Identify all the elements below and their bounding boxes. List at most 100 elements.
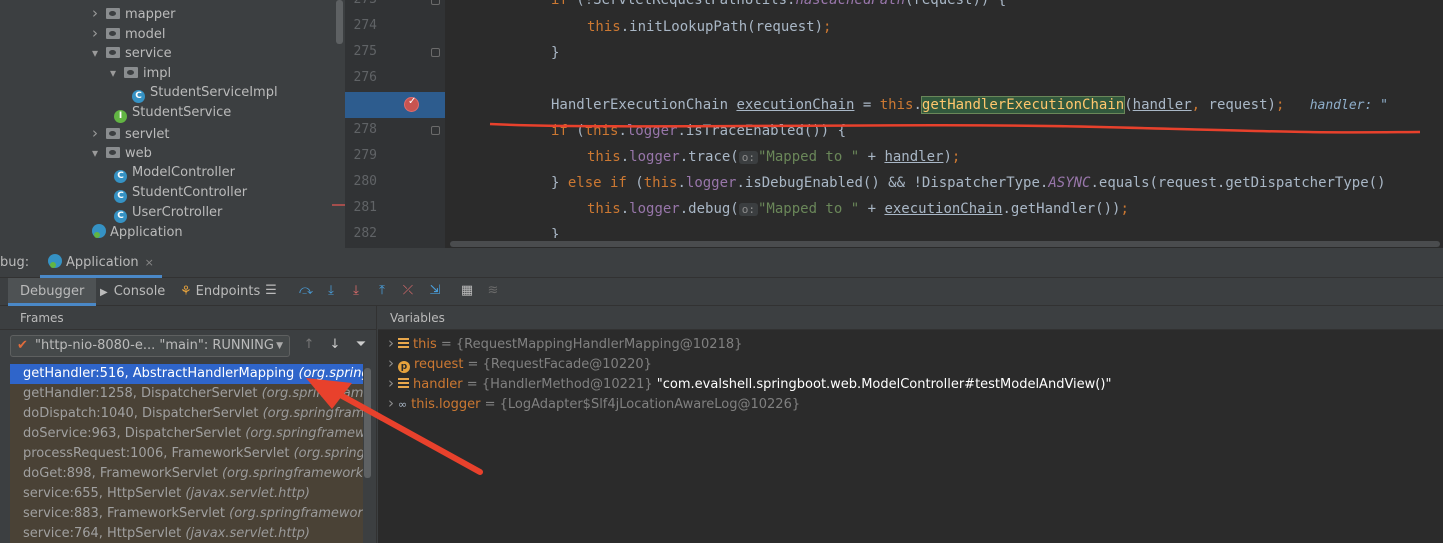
thread-selector-value: "http-nio-8080-e... "main": RUNNING xyxy=(35,338,274,353)
tree-item-studentcontroller[interactable]: C StudentController xyxy=(114,183,247,203)
tree-item-label: StudentController xyxy=(132,185,248,200)
folder-icon xyxy=(124,67,138,78)
fold-marker-icon[interactable] xyxy=(431,0,440,5)
tree-item-label: Application xyxy=(110,225,183,240)
frame-row[interactable]: doGet:898, FrameworkServlet (org.springf… xyxy=(10,464,363,484)
frame-row[interactable]: service:655, HttpServlet (javax.servlet.… xyxy=(10,484,363,504)
frame-row[interactable]: doService:963, DispatcherServlet (org.sp… xyxy=(10,424,363,444)
tree-item-web[interactable]: ▾ web xyxy=(92,143,152,163)
tree-scrollbar[interactable] xyxy=(336,0,343,44)
chevron-right-icon[interactable]: › xyxy=(388,394,394,412)
tree-item-usercrotroller[interactable]: C UserCrotroller xyxy=(114,203,222,223)
tree-item-model[interactable]: › model xyxy=(92,23,165,43)
tree-item-studentservice[interactable]: I StudentService xyxy=(114,103,231,123)
arrow-down-icon[interactable]: ↓ xyxy=(327,337,343,352)
tree-item-label: mapper xyxy=(125,7,176,22)
code-line-275: } xyxy=(551,45,560,61)
spring-app-icon xyxy=(92,224,106,238)
filter-icon[interactable]: ⏷ xyxy=(353,337,369,352)
variable-type: {RequestMappingHandlerMapping@10218} xyxy=(455,337,743,352)
variable-row[interactable]: › p request = {RequestFacade@10220} xyxy=(378,353,1443,373)
force-step-into-icon[interactable]: ⤓ xyxy=(348,283,364,299)
fold-marker-icon[interactable] xyxy=(431,48,440,57)
variable-eq: = xyxy=(463,357,483,372)
close-icon[interactable]: × xyxy=(145,256,154,269)
tree-item-service[interactable]: ▾ service xyxy=(92,43,172,63)
arrow-up-icon[interactable]: ↑ xyxy=(301,337,317,352)
class-icon: C xyxy=(132,90,145,103)
frame-row[interactable]: getHandler:1258, DispatcherServlet (org.… xyxy=(10,384,363,404)
fold-marker-icon[interactable] xyxy=(431,126,440,135)
class-icon: C xyxy=(114,170,127,183)
tree-item-mapper[interactable]: › mapper xyxy=(92,3,175,23)
tab-console[interactable]: ▶ Console xyxy=(92,278,173,306)
evaluate-icon[interactable]: ▦ xyxy=(459,283,475,299)
editor-area: › mapper › model ▾ service ▾ impl C StudentServic… xyxy=(0,0,1443,248)
frame-row[interactable]: getHandler:516, AbstractHandlerMapping (… xyxy=(10,364,363,384)
menu-icon[interactable]: ☰ xyxy=(263,283,279,299)
tab-endpoints[interactable]: ⚘ Endpoints xyxy=(172,278,268,306)
tree-item-studentserviceimpl[interactable]: C StudentServiceImpl xyxy=(132,83,278,103)
thread-selector[interactable]: ✔ "http-nio-8080-e... "main": RUNNING ▼ xyxy=(10,335,290,357)
variable-type: {LogAdapter$Slf4jLocationAwareLog@10226} xyxy=(499,397,801,412)
variable-row[interactable]: › handler = {HandlerMethod@10221} "com.ev… xyxy=(378,373,1443,393)
frame-row[interactable]: doDispatch:1040, DispatcherServlet (org.… xyxy=(10,404,363,424)
variables-header: Variables xyxy=(378,306,1443,330)
tree-item-label: impl xyxy=(143,66,172,81)
tab-debugger-label: Debugger xyxy=(20,284,85,299)
step-over-icon[interactable]: ⤼ xyxy=(298,283,314,299)
chevron-right-icon[interactable]: › xyxy=(388,374,394,392)
chevron-right-icon[interactable]: › xyxy=(92,3,106,23)
frame-package: (org.springframework.web.servlet) xyxy=(261,386,363,401)
frame-package: (org.springframework.web.servlet.handler… xyxy=(298,366,363,381)
variable-name: handler xyxy=(413,377,463,392)
variable-type: {RequestFacade@10220} xyxy=(482,357,652,372)
interface-icon: I xyxy=(114,110,127,123)
chevron-down-icon[interactable]: ▾ xyxy=(92,143,106,163)
breakpoint-icon[interactable] xyxy=(404,96,419,112)
field-icon xyxy=(398,338,409,348)
frame-method: doGet:898, FrameworkServlet xyxy=(23,466,222,481)
code-editor[interactable]: if (!ServletRequestPathUtils.hasCachedPa… xyxy=(445,0,1443,248)
console-icon: ▶ xyxy=(100,287,108,298)
tree-item-impl[interactable]: ▾ impl xyxy=(110,63,171,83)
variable-row[interactable]: › this = {RequestMappingHandlerMapping@10… xyxy=(378,333,1443,353)
line-number: 281 xyxy=(353,200,377,215)
tree-item-servlet[interactable]: › servlet xyxy=(92,123,170,143)
code-line-279: this.logger.trace(o: "Mapped to " + handl… xyxy=(587,149,961,165)
chevron-down-icon[interactable]: ▾ xyxy=(92,43,106,63)
tree-item-modelcontroller[interactable]: C ModelController xyxy=(114,163,235,183)
frame-method: doDispatch:1040, DispatcherServlet xyxy=(23,406,263,421)
tab-application[interactable]: Application × xyxy=(40,248,162,278)
folder-icon xyxy=(106,47,120,58)
step-into-icon[interactable]: ⤓ xyxy=(323,283,339,299)
step-out-icon[interactable]: ⤒ xyxy=(374,283,390,299)
drop-frame-icon[interactable]: ⤫ xyxy=(400,283,416,299)
tree-item-application[interactable]: Application xyxy=(92,223,183,243)
variable-eq: = xyxy=(480,397,500,412)
run-to-cursor-icon[interactable]: ⇲ xyxy=(427,283,443,299)
code-line-278: if (this.logger.isTraceEnabled()) { xyxy=(551,123,847,139)
variable-eq: = xyxy=(436,337,456,352)
variable-row[interactable]: › ∞ this.logger = {LogAdapter$Slf4jLocatio… xyxy=(378,393,1443,413)
line-number: 282 xyxy=(353,226,377,241)
code-line-281: this.logger.debug(o: "Mapped to " + execu… xyxy=(587,201,1129,217)
chevron-right-icon[interactable]: › xyxy=(92,123,106,143)
frame-row[interactable]: processRequest:1006, FrameworkServlet (o… xyxy=(10,444,363,464)
chevron-right-icon[interactable]: › xyxy=(388,334,394,352)
chevron-right-icon[interactable]: › xyxy=(92,23,106,43)
frame-row[interactable]: service:764, HttpServlet (javax.servlet.… xyxy=(10,524,363,543)
chevron-down-icon[interactable]: ▾ xyxy=(110,63,124,83)
debug-label: bug: xyxy=(0,255,30,270)
editor-horizontal-scrollbar[interactable] xyxy=(445,238,1443,248)
code-line-273: if (!ServletRequestPathUtils.hasCachedPa… xyxy=(551,0,1007,8)
line-number: 280 xyxy=(353,174,377,189)
debug-title-bar: bug: Application × xyxy=(0,248,1443,278)
frame-row[interactable]: service:883, FrameworkServlet (org.sprin… xyxy=(10,504,363,524)
code-line-280: } else if (this.logger.isDebugEnabled() … xyxy=(551,175,1386,191)
frame-package: (javax.servlet.http) xyxy=(185,526,310,541)
frames-scrollbar[interactable] xyxy=(364,368,371,478)
chevron-right-icon[interactable]: › xyxy=(388,354,394,372)
tab-debugger[interactable]: Debugger xyxy=(8,278,97,306)
code-line-274: this.initLookupPath(request); xyxy=(587,19,832,35)
